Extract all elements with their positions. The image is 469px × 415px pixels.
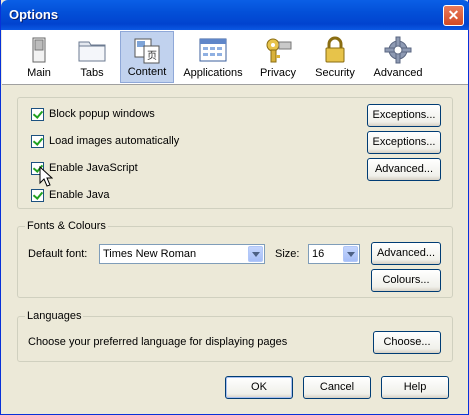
tab-applications[interactable]: Applications (180, 31, 246, 83)
tab-main-label: Main (27, 67, 51, 79)
enable-java-checkbox[interactable] (31, 189, 44, 202)
default-font-label: Default font: (28, 248, 88, 260)
chevron-down-icon[interactable] (343, 246, 358, 262)
content-page-icon: 页 (134, 38, 160, 64)
tab-security[interactable]: Security (310, 31, 360, 83)
tab-security-label: Security (315, 67, 355, 79)
mouse-cursor-icon (39, 166, 53, 187)
key-icon (266, 38, 292, 63)
tab-main[interactable]: Main (18, 31, 60, 83)
size-label: Size: (275, 248, 300, 260)
tab-content[interactable]: 页 Content (120, 31, 174, 83)
languages-legend: Languages (25, 310, 84, 322)
font-size-select[interactable]: 16 (308, 244, 360, 264)
enable-java-label: Enable Java (49, 189, 110, 201)
help-button[interactable]: Help (381, 376, 449, 399)
block-popups-label: Block popup windows (49, 108, 155, 120)
default-font-select[interactable]: Times New Roman (99, 244, 265, 264)
options-dialog: Options ✕ Main Tabs 页 Content Applicatio… (0, 0, 469, 415)
font-size-value: 16 (312, 248, 325, 260)
load-images-checkbox[interactable] (31, 135, 44, 148)
title-bar[interactable]: Options ✕ (1, 0, 469, 30)
fonts-advanced-button[interactable]: Advanced... (371, 242, 441, 265)
tab-content-label: Content (127, 66, 167, 78)
chevron-down-icon[interactable] (248, 246, 263, 262)
close-button[interactable]: ✕ (443, 5, 464, 26)
tab-privacy[interactable]: Privacy (254, 31, 302, 83)
applications-icon (199, 38, 227, 62)
lock-icon (325, 36, 345, 63)
tab-advanced-label: Advanced (373, 67, 423, 79)
colours-button[interactable]: Colours... (371, 269, 441, 292)
load-images-label: Load images automatically (49, 135, 180, 147)
preferences-toolbar: Main Tabs 页 Content Applications Privacy… (2, 30, 468, 85)
fonts-colours-legend: Fonts & Colours (25, 220, 108, 232)
window-title: Options (9, 7, 59, 22)
folder-tabs-icon (78, 41, 106, 62)
enable-javascript-label: Enable JavaScript (49, 162, 138, 174)
languages-description: Choose your preferred language for displ… (28, 336, 288, 348)
ok-button[interactable]: OK (225, 376, 293, 399)
popup-exceptions-button[interactable]: Exceptions... (367, 104, 441, 127)
switch-icon (32, 37, 46, 63)
tab-tabs[interactable]: Tabs (68, 31, 116, 83)
block-popups-checkbox[interactable] (31, 108, 44, 121)
gear-icon (384, 36, 412, 64)
tab-advanced[interactable]: Advanced (368, 31, 428, 83)
cancel-button[interactable]: Cancel (303, 376, 371, 399)
tab-applications-label: Applications (183, 67, 243, 79)
default-font-value: Times New Roman (103, 248, 197, 260)
tab-tabs-label: Tabs (80, 67, 104, 79)
images-exceptions-button[interactable]: Exceptions... (367, 131, 441, 154)
javascript-advanced-button[interactable]: Advanced... (367, 158, 441, 181)
choose-language-button[interactable]: Choose... (373, 331, 441, 354)
tab-privacy-label: Privacy (259, 67, 297, 79)
svg-text:页: 页 (147, 50, 157, 62)
